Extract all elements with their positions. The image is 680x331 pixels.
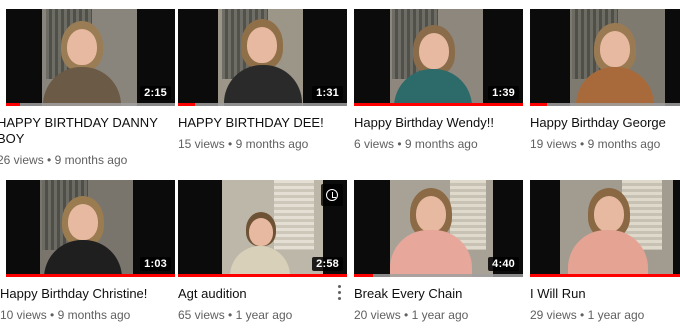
video-title[interactable]: Happy Birthday George — [530, 115, 680, 131]
video-thumbnail[interactable]: 1:31 — [178, 9, 347, 106]
meta-separator: • — [397, 137, 402, 151]
video-meta: 10 views • 9 months ago — [0, 308, 175, 322]
duration-badge: 1:39 — [488, 86, 519, 100]
upload-age: 9 months ago — [57, 308, 131, 322]
video-card[interactable]: 4:40 Break Every Chain 20 views • 1 year… — [354, 180, 523, 322]
upload-age: 9 months ago — [235, 137, 309, 151]
watch-progress-bar — [6, 103, 175, 106]
video-meta: 15 views • 9 months ago — [178, 137, 347, 151]
meta-separator: • — [580, 137, 585, 151]
video-meta: 29 views • 1 year ago — [530, 308, 680, 322]
watch-progress-bar — [354, 274, 523, 277]
video-title[interactable]: I Will Run — [530, 286, 680, 302]
meta-separator: • — [50, 308, 55, 322]
duration-badge: 1:03 — [140, 257, 171, 271]
video-title[interactable]: Happy Birthday Wendy!! — [354, 115, 523, 131]
video-title[interactable]: Happy Birthday Christine! — [0, 286, 175, 302]
upload-age: 1 year ago — [587, 308, 645, 322]
view-count: 6 views — [354, 137, 395, 151]
video-card[interactable]: 1:31 HAPPY BIRTHDAY DEE! 15 views • 9 mo… — [178, 9, 347, 151]
watch-progress-bar — [178, 103, 347, 106]
view-count: 65 views — [178, 308, 225, 322]
video-meta: 19 views • 9 months ago — [530, 137, 680, 151]
video-thumbnail[interactable] — [530, 180, 680, 277]
video-thumbnail[interactable]: 2:58 — [178, 180, 347, 277]
meta-separator: • — [580, 308, 585, 322]
duration-badge: 1:31 — [312, 86, 343, 100]
meta-separator: • — [228, 137, 233, 151]
view-count: 15 views — [178, 137, 225, 151]
meta-separator: • — [404, 308, 409, 322]
watch-progress-fill — [6, 103, 20, 106]
video-thumbnail[interactable] — [530, 9, 680, 106]
duration-badge: 2:58 — [312, 257, 343, 271]
upload-age: 1 year ago — [411, 308, 469, 322]
video-thumbnail[interactable]: 4:40 — [354, 180, 523, 277]
video-title[interactable]: HAPPY BIRTHDAY DEE! — [178, 115, 347, 131]
video-card[interactable]: 2:15 HAPPY BIRTHDAY DANNY BOY 26 views •… — [0, 9, 175, 167]
watch-progress-fill — [354, 274, 373, 277]
watch-progress-fill — [530, 274, 680, 277]
video-card[interactable]: 1:39 Happy Birthday Wendy!! 6 views • 9 … — [354, 9, 523, 151]
view-count: 19 views — [530, 137, 577, 151]
video-title[interactable]: HAPPY BIRTHDAY DANNY BOY — [0, 115, 175, 147]
video-meta: 65 views • 1 year ago — [178, 308, 347, 322]
video-meta: 20 views • 1 year ago — [354, 308, 523, 322]
upload-age: 9 months ago — [404, 137, 478, 151]
watch-progress-fill — [354, 103, 523, 106]
upload-age: 1 year ago — [235, 308, 293, 322]
video-title[interactable]: Agt audition — [178, 286, 347, 302]
view-count: 20 views — [354, 308, 401, 322]
video-thumbnail[interactable]: 1:39 — [354, 9, 523, 106]
watch-progress-bar — [354, 103, 523, 106]
video-card[interactable]: 1:03 Happy Birthday Christine! 10 views … — [0, 180, 175, 322]
duration-badge: 2:15 — [140, 86, 171, 100]
more-vertical-icon[interactable] — [338, 285, 342, 301]
meta-separator: • — [47, 153, 52, 167]
video-card[interactable]: I Will Run 29 views • 1 year ago — [530, 180, 680, 322]
clock-icon[interactable] — [321, 184, 343, 206]
video-card[interactable]: Happy Birthday George 19 views • 9 month… — [530, 9, 680, 151]
watch-progress-bar — [6, 274, 175, 277]
watch-progress-bar — [530, 274, 680, 277]
watch-progress-fill — [530, 103, 547, 106]
duration-badge: 4:40 — [488, 257, 519, 271]
view-count: 10 views — [0, 308, 47, 322]
video-thumbnail[interactable]: 2:15 — [6, 9, 175, 106]
video-card[interactable]: 2:58 Agt audition 65 views • 1 year ago — [178, 180, 347, 322]
video-title[interactable]: Break Every Chain — [354, 286, 523, 302]
view-count: 29 views — [530, 308, 577, 322]
upload-age: 9 months ago — [54, 153, 128, 167]
meta-separator: • — [228, 308, 233, 322]
watch-progress-fill — [178, 274, 347, 277]
video-thumbnail[interactable]: 1:03 — [6, 180, 175, 277]
watch-progress-bar — [178, 274, 347, 277]
watch-progress-bar — [530, 103, 680, 106]
watch-progress-fill — [6, 274, 175, 277]
video-meta: 6 views • 9 months ago — [354, 137, 523, 151]
video-meta: 26 views • 9 months ago — [0, 153, 175, 167]
upload-age: 9 months ago — [587, 137, 661, 151]
view-count: 26 views — [0, 153, 44, 167]
watch-progress-fill — [178, 103, 195, 106]
